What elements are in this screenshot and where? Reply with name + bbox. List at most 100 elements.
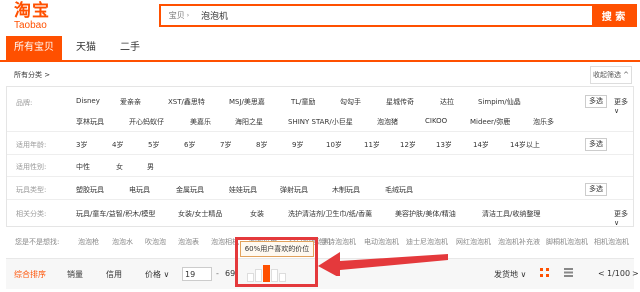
taobao-logo[interactable]: 淘宝 Taobao xyxy=(14,2,58,34)
related-option[interactable]: 清洁工具/收纳整理 xyxy=(482,209,540,219)
list-view-icon[interactable] xyxy=(564,268,573,277)
related-option[interactable]: 女装 xyxy=(250,209,264,219)
gender-option[interactable]: 女 xyxy=(116,162,123,172)
suggestion-link[interactable]: 泡泡机补充液 xyxy=(498,237,540,247)
suggestion-link[interactable]: 迪士尼泡泡机 xyxy=(406,237,448,247)
toy-type-option[interactable]: 塑胶玩具 xyxy=(76,185,104,195)
age-option[interactable]: 6岁 xyxy=(184,140,195,150)
age-option[interactable]: 10岁 xyxy=(326,140,342,150)
arrow-left-icon xyxy=(318,252,448,276)
brand-option[interactable]: Simpim/仙晶 xyxy=(478,97,521,107)
toy-type-option[interactable]: 金属玩具 xyxy=(176,185,204,195)
suggestion-link[interactable]: 吹泡泡 xyxy=(145,237,166,247)
suggestion-link[interactable]: 网红泡泡机 xyxy=(456,237,491,247)
brand-option[interactable]: TL/童励 xyxy=(291,97,316,107)
search-bar: 宝贝 › 搜 索 xyxy=(159,4,637,27)
prev-page-button[interactable]: < xyxy=(598,269,605,278)
suggestion-link[interactable]: 脚桐机泡泡机 xyxy=(546,237,588,247)
next-page-button[interactable]: > xyxy=(632,269,639,278)
toy-type-option[interactable]: 木制玩具 xyxy=(332,185,360,195)
age-option[interactable]: 5岁 xyxy=(148,140,159,150)
search-category-label: 宝贝 xyxy=(168,11,185,20)
grid-view-icon[interactable] xyxy=(540,268,549,277)
brand-option[interactable]: 星城传奇 xyxy=(386,97,414,107)
age-option[interactable]: 14岁 xyxy=(473,140,489,150)
tab-tmall[interactable]: 天猫 xyxy=(68,36,104,60)
price-max-input[interactable]: 69 xyxy=(225,269,235,278)
multi-select-button[interactable]: 多选 xyxy=(585,138,607,151)
tab-second-hand[interactable]: 二手 xyxy=(112,36,148,60)
toy-type-option[interactable]: 娃娃玩具 xyxy=(229,185,257,195)
suggestion-link[interactable]: 相机泡泡机 xyxy=(594,237,629,247)
suggestion-link[interactable]: 泡泡表 xyxy=(178,237,199,247)
age-option[interactable]: 7岁 xyxy=(220,140,231,150)
age-option[interactable]: 4岁 xyxy=(112,140,123,150)
age-option[interactable]: 11岁 xyxy=(364,140,380,150)
filter-label-gender: 适用性别: xyxy=(16,163,47,171)
more-button[interactable]: 更多 ∨ xyxy=(614,209,633,227)
brand-option[interactable]: 海阳之星 xyxy=(235,117,263,127)
sort-sales[interactable]: 销量 xyxy=(67,269,83,280)
more-button[interactable]: 更多 ∨ xyxy=(614,97,633,115)
age-option[interactable]: 9岁 xyxy=(292,140,303,150)
brand-option[interactable]: 勾勾手 xyxy=(340,97,361,107)
brand-option[interactable]: SHINY STAR/小巨星 xyxy=(288,117,353,127)
gender-option[interactable]: 中性 xyxy=(76,162,90,172)
header: 淘宝 Taobao 宝贝 › 搜 索 xyxy=(0,0,640,36)
suggestion-link[interactable]: 泡泡水 xyxy=(112,237,133,247)
related-option[interactable]: 玩具/童车/益智/积木/模型 xyxy=(76,209,155,219)
multi-select-button[interactable]: 多选 xyxy=(585,183,607,196)
related-option[interactable]: 洗护清洁剂/卫生巾/纸/香薰 xyxy=(288,209,372,219)
brand-option[interactable]: 泡泡猪 xyxy=(377,117,398,127)
gender-option[interactable]: 男 xyxy=(147,162,154,172)
brand-option[interactable]: 享林玩具 xyxy=(76,117,104,127)
sort-price[interactable]: 价格 ∨ xyxy=(145,269,169,280)
toy-type-option[interactable]: 毛绒玩具 xyxy=(385,185,413,195)
breadcrumb[interactable]: 所有分类 > xyxy=(14,70,50,80)
toy-type-option[interactable]: 电玩具 xyxy=(129,185,150,195)
search-button[interactable]: 搜 索 xyxy=(592,6,635,25)
brand-option[interactable]: MSJ/美思嘉 xyxy=(229,97,265,107)
brand-option[interactable]: 爱亲亲 xyxy=(120,97,141,107)
toy-type-option[interactable]: 弹射玩具 xyxy=(280,185,308,195)
brand-option[interactable]: XST/鑫思特 xyxy=(168,97,205,107)
sort-default[interactable]: 综合排序 xyxy=(14,269,46,280)
age-option[interactable]: 8岁 xyxy=(256,140,267,150)
price-separator: - xyxy=(216,269,219,278)
age-option[interactable]: 14岁以上 xyxy=(510,140,540,150)
filter-row-age: 适用年龄: 3岁 4岁 5岁 6岁 7岁 8岁 9岁 10岁 11岁 12岁 1… xyxy=(7,132,633,155)
brand-option[interactable]: 达拉 xyxy=(440,97,454,107)
brand-option[interactable]: 美嘉乐 xyxy=(190,117,211,127)
brand-option[interactable]: 开心蚂蚁仔 xyxy=(129,117,164,127)
sort-credit[interactable]: 信用 xyxy=(106,269,122,280)
logo-en: Taobao xyxy=(14,20,47,31)
related-option[interactable]: 女装/女士精品 xyxy=(178,209,222,219)
multi-select-button[interactable]: 多选 xyxy=(585,95,607,108)
filter-row-gender: 适用性别: 中性 女 男 xyxy=(7,155,633,177)
filter-row-toy-type: 玩具类型: 塑胶玩具 电玩具 金属玩具 娃娃玩具 弹射玩具 木制玩具 毛绒玩具 … xyxy=(7,177,633,200)
suggestion-link[interactable]: 泡泡枪 xyxy=(78,237,99,247)
brand-option[interactable]: 泡乐多 xyxy=(533,117,554,127)
search-category-dropdown[interactable]: 宝贝 › xyxy=(161,6,197,25)
filter-row-brand: 品牌: Disney 爱亲亲 XST/鑫思特 MSJ/美思嘉 TL/童励 勾勾手… xyxy=(7,87,633,132)
brand-option[interactable]: Mideer/弥鹿 xyxy=(470,117,510,127)
ship-from-dropdown[interactable]: 发货地 ∨ xyxy=(494,269,526,280)
brand-option[interactable]: CIKOO xyxy=(425,117,447,125)
brand-option[interactable]: Disney xyxy=(76,97,100,105)
pagination-indicator: 1/100 xyxy=(607,269,631,278)
suggestion-link[interactable]: 电动泡泡机 xyxy=(364,237,399,247)
age-option[interactable]: 3岁 xyxy=(76,140,87,150)
chevron-right-icon: › xyxy=(186,12,190,19)
suggestion-link[interactable]: 手持泡泡机 xyxy=(321,237,356,247)
filter-label-age: 适用年龄: xyxy=(16,141,47,149)
fold-filters-button[interactable]: 收起筛选 ^ xyxy=(590,66,632,84)
highlight-box xyxy=(235,237,318,287)
price-min-input[interactable]: 19 xyxy=(182,267,212,281)
search-input[interactable] xyxy=(197,6,592,25)
tab-all-items[interactable]: 所有宝贝 xyxy=(6,36,62,60)
filter-row-related: 相关分类: 玩具/童车/益智/积木/模型 女装/女士精品 女装 洗护清洁剂/卫生… xyxy=(7,200,633,227)
age-option[interactable]: 12岁 xyxy=(400,140,416,150)
related-option[interactable]: 美容护肤/美体/精油 xyxy=(395,209,456,219)
age-option[interactable]: 13岁 xyxy=(436,140,452,150)
logo-cn: 淘宝 xyxy=(14,1,50,21)
